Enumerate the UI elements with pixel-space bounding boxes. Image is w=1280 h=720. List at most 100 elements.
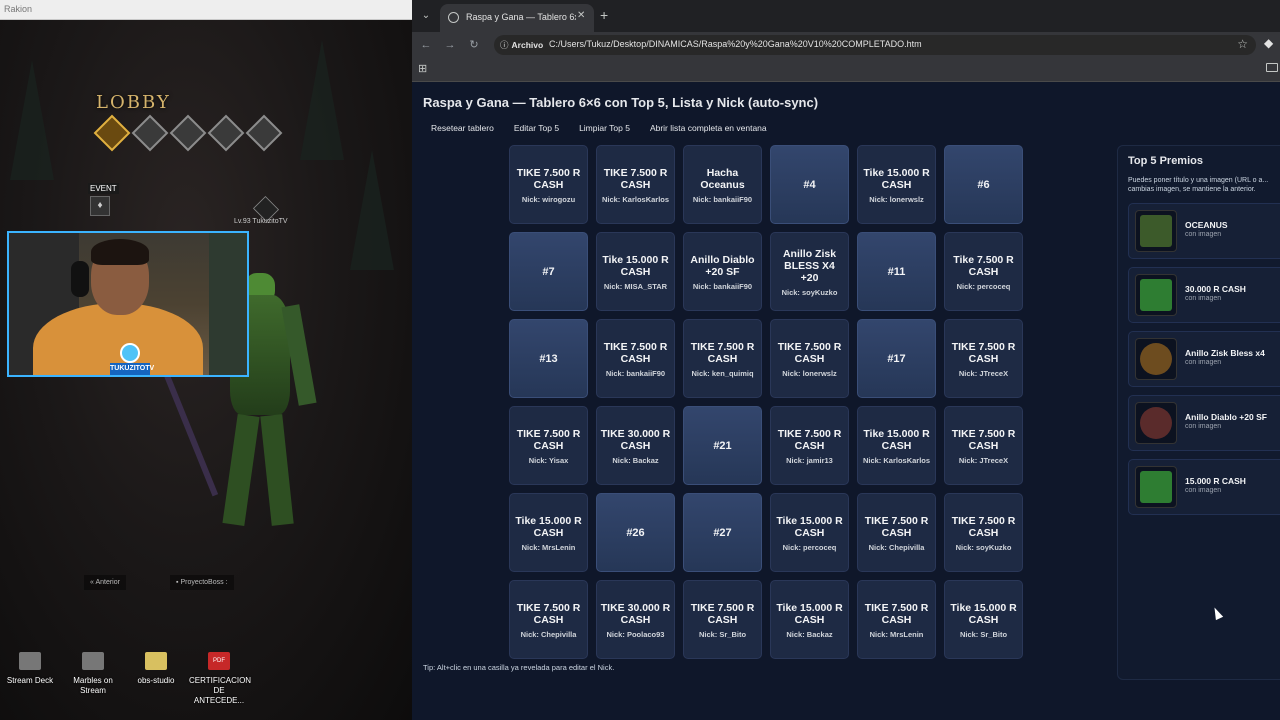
board-cell-hidden[interactable]: #13 <box>509 319 588 398</box>
board-cell-revealed[interactable]: TIKE 7.500 R CASH Nick: lonerwslz <box>770 319 849 398</box>
close-tab-icon[interactable]: ✕ <box>577 10 585 21</box>
cell-number: #26 <box>626 527 645 539</box>
reset-board-button[interactable]: Resetear tablero <box>423 119 502 137</box>
cell-prize: TIKE 7.500 R CASH <box>951 428 1016 452</box>
streamer-logo: TUKUZITOTV <box>110 343 154 379</box>
background-tree <box>350 150 394 270</box>
top5-prize-card[interactable]: Anillo Zisk Bless x4 con imagen <box>1128 331 1280 387</box>
cell-prize: TIKE 30.000 R CASH <box>600 602 671 626</box>
board-cell-revealed[interactable]: Tike 15.000 R CASH Nick: lonerwslz <box>857 145 936 224</box>
cell-nick: Nick: bankaiiF90 <box>692 282 753 291</box>
file-chip[interactable]: Archivo <box>500 39 544 51</box>
cell-prize: TIKE 7.500 R CASH <box>516 602 581 626</box>
board-cell-revealed[interactable]: Hacha Oceanus Nick: bankaiiF90 <box>683 145 762 224</box>
board-cell-hidden[interactable]: #17 <box>857 319 936 398</box>
top5-prize-card[interactable]: 30.000 R CASH con imagen <box>1128 267 1280 323</box>
board-cell-revealed[interactable]: TIKE 7.500 R CASH Nick: Yisax <box>509 406 588 485</box>
previous-button[interactable]: « Anterior <box>84 575 126 590</box>
board-cell-revealed[interactable]: Anillo Zisk BLESS X4 +20 Nick: soyKuzko <box>770 232 849 311</box>
lobby-mode-icon[interactable] <box>207 114 245 152</box>
top5-prize-card[interactable]: Anillo Diablo +20 SF con imagen <box>1128 395 1280 451</box>
board-cell-revealed[interactable]: TIKE 7.500 R CASH Nick: Chepivilla <box>857 493 936 572</box>
board-cell-hidden[interactable]: #7 <box>509 232 588 311</box>
board-cell-revealed[interactable]: TIKE 7.500 R CASH Nick: Chepivilla <box>509 580 588 659</box>
reload-icon[interactable]: ↻ <box>466 37 482 53</box>
board-cell-revealed[interactable]: Anillo Diablo +20 SF Nick: bankaiiF90 <box>683 232 762 311</box>
board-cell-revealed[interactable]: TIKE 7.500 R CASH Nick: KarlosKarlos <box>596 145 675 224</box>
cell-number: #6 <box>977 179 990 191</box>
bookmarks-bar: ⊞ <box>412 58 1280 82</box>
forward-icon[interactable]: → <box>442 37 458 53</box>
board-cell-revealed[interactable]: TIKE 7.500 R CASH Nick: JTreceX <box>944 406 1023 485</box>
lobby-mode-icon[interactable] <box>245 114 283 152</box>
top5-title: Top 5 Premios <box>1128 155 1203 167</box>
desktop-icon-certificacion[interactable]: PDF CERTIFICACION DE ANTECEDE... <box>189 652 251 706</box>
prize-image <box>1140 215 1172 247</box>
bookmark-star-icon[interactable]: ☆ <box>1237 37 1248 51</box>
top5-prize-card[interactable]: 15.000 R CASH con imagen <box>1128 459 1280 515</box>
scratch-board: TIKE 7.500 R CASH Nick: wirogozu TIKE 7.50… <box>509 145 1029 665</box>
desktop-icon-obs-studio[interactable]: obs-studio <box>126 652 186 686</box>
cell-prize: Anillo Diablo +20 SF <box>690 254 755 278</box>
extension-icon[interactable]: ◆ <box>1264 36 1273 50</box>
clear-top5-button[interactable]: Limpiar Top 5 <box>571 119 638 137</box>
board-cell-hidden[interactable]: #27 <box>683 493 762 572</box>
board-cell-revealed[interactable]: Tike 15.000 R CASH Nick: KarlosKarlos <box>857 406 936 485</box>
board-cell-revealed[interactable]: TIKE 30.000 R CASH Nick: Poolaco93 <box>596 580 675 659</box>
prize-thumbnail <box>1135 338 1177 380</box>
cell-prize: Hacha Oceanus <box>700 167 745 191</box>
game-window: Rakion LOBBY EVENT ♦ Lv.93 TukuzitoTV TU… <box>0 0 412 720</box>
board-cell-revealed[interactable]: Tike 15.000 R CASH Nick: MrsLenin <box>509 493 588 572</box>
event-icon[interactable]: ♦ <box>90 196 110 216</box>
board-cell-revealed[interactable]: TIKE 7.500 R CASH Nick: wirogozu <box>509 145 588 224</box>
open-full-list-button[interactable]: Abrir lista completa en ventana <box>642 119 775 137</box>
board-cell-revealed[interactable]: TIKE 7.500 R CASH Nick: MrsLenin <box>857 580 936 659</box>
prize-sub: con imagen <box>1185 231 1222 238</box>
desktop-icon-stream-deck[interactable]: Stream Deck <box>0 652 60 686</box>
board-cell-revealed[interactable]: TIKE 7.500 R CASH Nick: ken_quimiq <box>683 319 762 398</box>
prize-image <box>1140 343 1172 375</box>
tab-raspa-y-gana[interactable]: Raspa y Gana — Tablero 6x6 + ✕ <box>440 4 594 32</box>
board-cell-revealed[interactable]: Tike 15.000 R CASH Nick: percoceq <box>770 493 849 572</box>
board-cell-hidden[interactable]: #21 <box>683 406 762 485</box>
cell-nick: Nick: MrsLenin <box>521 543 576 552</box>
cell-nick: Nick: Yisax <box>528 456 569 465</box>
apps-grid-icon[interactable]: ⊞ <box>418 62 427 75</box>
board-cell-revealed[interactable]: Tike 15.000 R CASH Nick: MISA_STAR <box>596 232 675 311</box>
bookmarks-folder-icon[interactable] <box>1266 63 1278 72</box>
board-cell-revealed[interactable]: TIKE 7.500 R CASH Nick: jamir13 <box>770 406 849 485</box>
board-cell-revealed[interactable]: Tike 15.000 R CASH Nick: Sr_Bito <box>944 580 1023 659</box>
board-cell-revealed[interactable]: TIKE 7.500 R CASH Nick: Sr_Bito <box>683 580 762 659</box>
lobby-mode-icon[interactable] <box>93 114 131 152</box>
edit-top5-button[interactable]: Editar Top 5 <box>506 119 567 137</box>
cell-number: #4 <box>803 179 816 191</box>
cell-nick: Nick: bankaiiF90 <box>605 369 666 378</box>
new-tab-icon[interactable]: + <box>600 7 608 23</box>
chat-channel-button[interactable]: ▪ ProyectoBoss : <box>170 575 234 590</box>
desktop-icon-marbles[interactable]: Marbles on Stream <box>63 652 123 696</box>
cell-nick: Nick: MrsLenin <box>869 630 924 639</box>
board-cell-revealed[interactable]: TIKE 7.500 R CASH Nick: soyKuzko <box>944 493 1023 572</box>
top5-description: Puedes poner título y una imagen (URL o … <box>1128 177 1269 193</box>
board-cell-hidden[interactable]: #26 <box>596 493 675 572</box>
board-cell-revealed[interactable]: TIKE 7.500 R CASH Nick: JTreceX <box>944 319 1023 398</box>
top5-prize-card[interactable]: OCEANUS con imagen <box>1128 203 1280 259</box>
board-cell-hidden[interactable]: #4 <box>770 145 849 224</box>
prize-sub: con imagen <box>1185 295 1222 302</box>
lobby-mode-icon[interactable] <box>131 114 169 152</box>
board-cell-hidden[interactable]: #11 <box>857 232 936 311</box>
board-cell-revealed[interactable]: Tike 15.000 R CASH Nick: Backaz <box>770 580 849 659</box>
board-cell-revealed[interactable]: TIKE 30.000 R CASH Nick: Backaz <box>596 406 675 485</box>
tab-search-icon[interactable]: ⌄ <box>417 6 435 26</box>
cell-nick: Nick: JTreceX <box>958 369 1009 378</box>
board-cell-revealed[interactable]: TIKE 7.500 R CASH Nick: bankaiiF90 <box>596 319 675 398</box>
address-bar[interactable]: Archivo C:/Users/Tukuz/Desktop/DINAMICAS… <box>494 35 1256 55</box>
cell-nick: Nick: soyKuzko <box>955 543 1012 552</box>
board-cell-revealed[interactable]: Tike 7.500 R CASH Nick: percoceq <box>944 232 1023 311</box>
prize-thumbnail <box>1135 274 1177 316</box>
back-icon[interactable]: ← <box>418 37 434 53</box>
url-text[interactable]: C:/Users/Tukuz/Desktop/DINAMICAS/Raspa%2… <box>549 39 922 49</box>
board-cell-hidden[interactable]: #6 <box>944 145 1023 224</box>
cell-prize: Tike 15.000 R CASH <box>863 167 930 191</box>
lobby-mode-icon[interactable] <box>169 114 207 152</box>
